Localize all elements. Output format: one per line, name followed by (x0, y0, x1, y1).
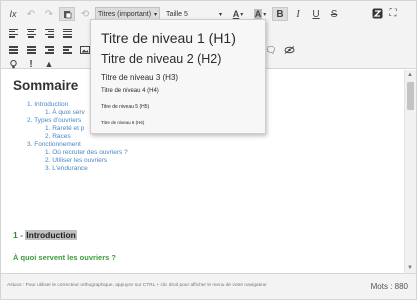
subsection-heading: À quoi servent les ouvriers ? (13, 253, 116, 262)
chevron-down-icon: ▾ (263, 11, 267, 18)
image-icon (80, 46, 90, 54)
redo-button[interactable]: ↷ (41, 7, 57, 21)
clear-format-icon: Ix (9, 9, 17, 19)
word-count: Mots : 880 (370, 282, 408, 291)
numbered-list-icon (26, 46, 36, 55)
italic-icon: I (296, 8, 300, 20)
chevron-down-icon: ▾ (219, 11, 223, 18)
section-number: 1 - (13, 230, 26, 240)
vertical-scrollbar[interactable]: ▲ ▼ (404, 70, 416, 273)
fullscreen-button[interactable]: ⛶ (386, 6, 400, 20)
undo-icon: ↶ (26, 8, 36, 20)
underline-icon: U (312, 8, 320, 20)
bullet-list-button[interactable] (5, 43, 21, 57)
chevron-down-icon: ▾ (154, 11, 158, 18)
italic-button[interactable]: I (290, 7, 306, 21)
section-title: Introduction (25, 230, 77, 240)
align-center-icon (26, 28, 36, 38)
lightbulb-icon (9, 59, 17, 68)
indent-icon (62, 46, 72, 55)
toolbar-right: ⛶ (370, 6, 402, 20)
bold-icon: B (276, 8, 284, 20)
app-logo-icon (372, 8, 382, 18)
status-hint: Astuce : Pour utiliser le correcteur ort… (7, 283, 267, 288)
chevron-down-icon: ▾ (240, 11, 244, 18)
clear-format-button[interactable]: Ix (5, 7, 21, 21)
undo-button[interactable]: ↶ (23, 7, 39, 21)
headings-select-label: Titres (important) (98, 10, 152, 18)
spoiler-button[interactable] (281, 43, 297, 57)
speech-bubble-icon: 🗨 (265, 44, 277, 55)
history-icon: ⟲ (80, 8, 90, 20)
alert-button[interactable]: ! (23, 57, 39, 71)
eye-slash-icon (284, 46, 294, 54)
summary-title: Sommaire (13, 78, 79, 93)
strike-button[interactable]: S (326, 7, 342, 21)
headings-dropdown-menu: Titre de niveau 1 (H1) Titre de niveau 2… (90, 19, 266, 134)
menu-item-heading-4[interactable]: Titre de niveau 4 (H4) (101, 88, 159, 94)
toc-item[interactable]: 2. Utiliser les ouvriers (13, 157, 128, 165)
menu-item-heading-3[interactable]: Titre de niveau 3 (H3) (101, 73, 178, 82)
toc-item[interactable]: 3. Fonctionnement (13, 141, 128, 149)
align-left-button[interactable] (5, 26, 21, 40)
toolbar-row-2 (5, 25, 77, 41)
align-center-button[interactable] (23, 26, 39, 40)
align-left-icon (8, 28, 18, 38)
bg-color-icon: A (253, 9, 263, 19)
menu-item-heading-6[interactable]: Titre de niveau 6 (H6) (101, 120, 144, 125)
text-color-icon: A (232, 9, 240, 19)
outdent-icon (44, 46, 54, 55)
bold-button[interactable]: B (272, 7, 289, 21)
warning-icon: ▲ (44, 59, 54, 69)
fullscreen-icon: ⛶ (389, 7, 397, 19)
redo-icon: ↷ (44, 8, 54, 20)
text-editor: Ix ↶ ↷ ⟲ Titres (important) ▾ Taille 5 ▾ A… (0, 0, 417, 300)
strike-icon: S (330, 8, 338, 20)
bullet-list-icon (8, 46, 18, 55)
paste-icon (63, 10, 71, 18)
section-heading-introduction: 1 - Introduction (13, 230, 77, 240)
menu-item-heading-1[interactable]: Titre de niveau 1 (H1) (101, 30, 236, 46)
toc-item[interactable]: 3. L'endurance (13, 165, 128, 173)
app-logo-button[interactable] (370, 6, 384, 20)
paste-button[interactable] (59, 7, 75, 21)
align-justify-button[interactable] (59, 26, 75, 40)
align-justify-icon (62, 28, 72, 38)
scroll-down-icon[interactable]: ▼ (407, 265, 413, 271)
menu-item-heading-5[interactable]: Titre de niveau 5 (H5) (101, 104, 149, 110)
underline-button[interactable]: U (308, 7, 324, 21)
outdent-button[interactable] (41, 43, 57, 57)
size-select-label: Taille 5 (166, 10, 188, 18)
indent-button[interactable] (59, 43, 75, 57)
toc-item[interactable]: 2. Races (13, 133, 128, 141)
scroll-up-icon[interactable]: ▲ (407, 72, 413, 78)
toc-item[interactable]: 1. Où recruter des ouvriers ? (13, 149, 128, 157)
warning-button[interactable]: ▲ (41, 57, 57, 71)
align-right-icon (44, 28, 54, 38)
status-bar: Astuce : Pour utiliser le correcteur ort… (1, 273, 416, 299)
info-button[interactable] (5, 57, 21, 71)
menu-item-heading-2[interactable]: Titre de niveau 2 (H2) (101, 52, 221, 66)
numbered-list-button[interactable] (23, 43, 39, 57)
align-right-button[interactable] (41, 26, 57, 40)
scrollbar-thumb[interactable] (407, 82, 414, 110)
exclamation-icon: ! (29, 58, 33, 70)
